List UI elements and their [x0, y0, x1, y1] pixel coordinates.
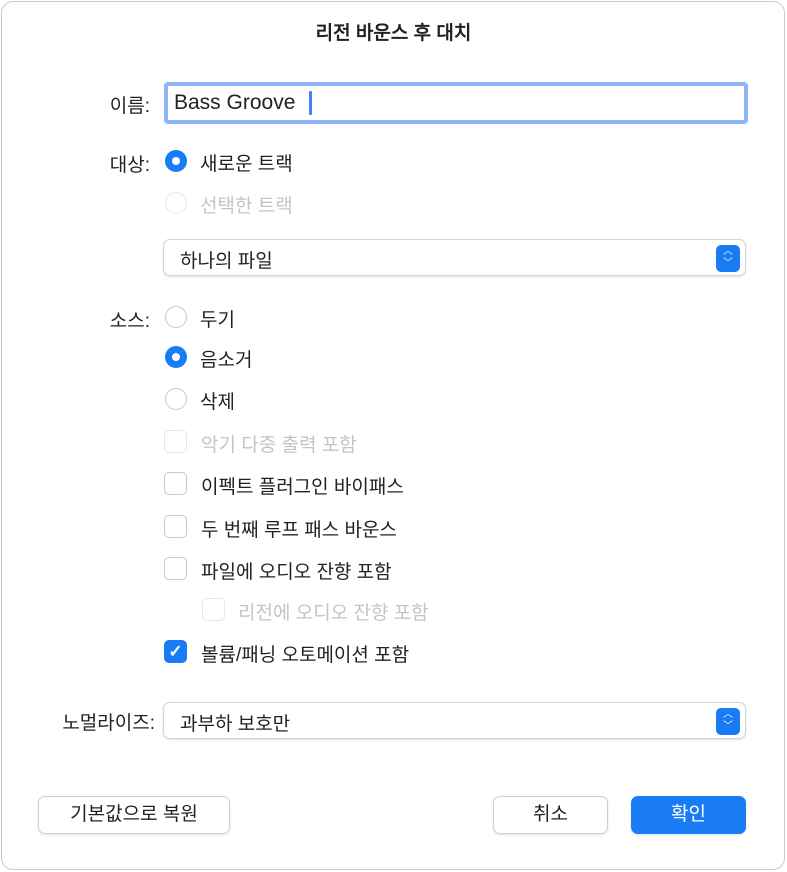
checkbox-tail-region[interactable]	[202, 598, 225, 621]
source-label: 소스:	[109, 311, 150, 332]
cancel-button[interactable]: 취소	[493, 796, 608, 834]
normalize-value: 과부하 보호만	[180, 714, 291, 735]
radio-keep-label: 두기	[200, 310, 235, 331]
checkbox-automation-label: 볼륨/패닝 오토메이션 포함	[201, 645, 410, 666]
checkbox-automation[interactable]: ✓	[164, 640, 187, 663]
checkbox-instrument-multi-output-label: 악기 다중 출력 포함	[201, 435, 357, 456]
chevron-up-down-icon: ︿ ﹀	[716, 708, 740, 735]
dialog-title: 리전 바운스 후 대치	[315, 23, 472, 44]
radio-mute[interactable]	[165, 346, 187, 368]
checkbox-tail-file[interactable]	[164, 557, 187, 580]
checkbox-bypass-effects-label: 이펙트 플러그인 바이패스	[201, 477, 404, 498]
destination-label: 대상:	[109, 155, 150, 176]
radio-new-track[interactable]	[165, 150, 187, 172]
checkbox-second-cycle[interactable]	[164, 515, 187, 538]
checkbox-bypass-effects[interactable]	[164, 472, 187, 495]
checkbox-second-cycle-label: 두 번째 루프 패스 바운스	[201, 520, 397, 541]
checkmark-icon: ✓	[168, 642, 183, 661]
checkbox-tail-region-label: 리전에 오디오 잔향 포함	[238, 603, 429, 624]
file-mode-popup[interactable]: 하나의 파일 ︿ ﹀	[163, 239, 746, 276]
file-mode-value: 하나의 파일	[180, 251, 273, 272]
text-caret	[309, 91, 313, 116]
radio-delete-label: 삭제	[200, 392, 235, 413]
normalize-label: 노멀라이즈:	[62, 713, 155, 734]
ok-button[interactable]: 확인	[631, 796, 746, 834]
radio-delete[interactable]	[165, 388, 187, 410]
normalize-popup[interactable]: 과부하 보호만 ︿ ﹀	[163, 702, 746, 739]
radio-mute-label: 음소거	[200, 350, 253, 371]
bounce-dialog	[1, 1, 785, 870]
name-value: Bass Groove	[174, 91, 296, 114]
name-input[interactable]: Bass Groove	[164, 82, 748, 124]
radio-selected-track[interactable]	[165, 192, 187, 214]
radio-new-track-label: 새로운 트랙	[200, 154, 293, 175]
chevron-up-down-icon: ︿ ﹀	[716, 245, 740, 272]
checkbox-tail-file-label: 파일에 오디오 잔향 포함	[201, 562, 392, 583]
radio-keep[interactable]	[165, 306, 187, 328]
radio-selected-track-label: 선택한 트랙	[200, 196, 293, 217]
name-label: 이름:	[109, 96, 150, 117]
restore-defaults-button[interactable]: 기본값으로 복원	[38, 796, 230, 834]
checkbox-instrument-multi-output[interactable]	[164, 430, 187, 453]
